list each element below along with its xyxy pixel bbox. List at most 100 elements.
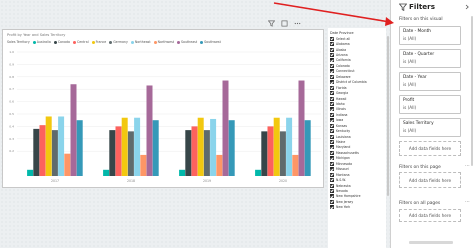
checkbox-checked[interactable] <box>330 118 334 123</box>
checkbox-checked[interactable] <box>330 112 334 117</box>
filter-card[interactable]: Profit is (All) <box>399 95 461 114</box>
bar-northwest[interactable] <box>216 154 223 176</box>
slicer-item-label: Idaho <box>336 101 345 106</box>
checkbox-checked[interactable] <box>330 183 334 188</box>
checkbox-checked[interactable] <box>330 134 334 139</box>
checkbox-checked[interactable] <box>330 150 334 155</box>
bar-germany[interactable] <box>203 130 210 176</box>
more-options-icon[interactable] <box>294 20 301 27</box>
slicer-item-label: Florida <box>336 85 347 90</box>
checkbox-checked[interactable] <box>330 91 334 96</box>
page-add-fields-dropzone[interactable]: Add data fields here <box>399 172 461 188</box>
bar-northeast[interactable] <box>58 116 65 176</box>
checkbox-checked[interactable] <box>330 145 334 150</box>
slicer-item[interactable]: New York <box>330 205 384 210</box>
bar-northwest[interactable] <box>64 153 71 176</box>
bar-canada[interactable] <box>185 130 192 176</box>
checkbox-checked[interactable] <box>330 199 334 204</box>
checkbox-checked[interactable] <box>330 107 334 112</box>
filters-pane-scrollbar[interactable] <box>471 16 473 166</box>
slicer-item-label: Illinois <box>336 107 346 112</box>
checkbox-checked[interactable] <box>330 188 334 193</box>
bar-central[interactable] <box>39 125 46 176</box>
checkbox-checked[interactable] <box>330 178 334 183</box>
filter-funnel-icon <box>399 3 407 11</box>
bar-germany[interactable] <box>127 131 134 176</box>
checkbox-checked[interactable] <box>330 85 334 90</box>
checkbox-checked[interactable] <box>330 156 334 161</box>
slicer-item-label: Maine <box>336 140 346 145</box>
slicer-scrollbar[interactable] <box>387 36 389 196</box>
bar-southeast[interactable] <box>222 80 229 176</box>
bar-southeast[interactable] <box>146 85 153 176</box>
y-tick-label: 0.4 <box>9 124 14 128</box>
checkbox-checked[interactable] <box>330 101 334 106</box>
bar-northeast[interactable] <box>134 117 141 176</box>
x-tick-label: 2017 <box>51 179 59 183</box>
bar-france[interactable] <box>273 117 280 176</box>
bar-southwest[interactable] <box>76 120 83 176</box>
checkbox-checked[interactable] <box>330 47 334 52</box>
bar-northwest[interactable] <box>292 154 299 176</box>
bar-northwest[interactable] <box>140 154 147 176</box>
bar-northeast[interactable] <box>286 117 293 176</box>
filter-card[interactable]: Date - Month is (All) <box>399 26 461 45</box>
ellipsis-icon[interactable]: ⋯ <box>465 163 470 169</box>
y-tick-label: 0.6 <box>9 100 14 104</box>
checkbox-checked[interactable] <box>330 74 334 79</box>
bar-southeast[interactable] <box>298 80 305 176</box>
bar-france[interactable] <box>45 116 52 176</box>
pane-resize-handle[interactable] <box>409 241 453 244</box>
checkbox-checked[interactable] <box>330 172 334 177</box>
checkbox-checked[interactable] <box>330 53 334 58</box>
bar-canada[interactable] <box>261 131 268 176</box>
filters-on-visual-label: Filters on this visual <box>399 17 443 22</box>
chevron-right-icon[interactable] <box>464 4 470 10</box>
checkbox-checked[interactable] <box>330 129 334 134</box>
bar-germany[interactable] <box>51 130 58 176</box>
province-slicer[interactable]: Date Province Select all Alabama Alaska Ari… <box>328 28 389 248</box>
ellipsis-icon[interactable]: ⋯ <box>465 199 470 205</box>
checkbox-checked[interactable] <box>330 161 334 166</box>
checkbox-checked[interactable] <box>330 167 334 172</box>
bar-southeast[interactable] <box>70 84 77 176</box>
slicer-item-label: Hawaii <box>336 96 347 101</box>
bar-canada[interactable] <box>109 130 116 176</box>
filter-card[interactable]: Date - Quarter is (All) <box>399 49 461 68</box>
bar-northeast[interactable] <box>210 118 217 176</box>
checkbox-checked[interactable] <box>330 80 334 85</box>
clustered-column-chart-visual[interactable]: Profit by Year and Sales Territory Sales… <box>2 29 324 188</box>
filter-card[interactable]: Date - Year is (All) <box>399 72 461 91</box>
bar-central[interactable] <box>267 126 274 176</box>
checkbox-checked[interactable] <box>330 96 334 101</box>
checkbox-checked[interactable] <box>330 36 334 41</box>
checkbox-checked[interactable] <box>330 140 334 145</box>
checkbox-checked[interactable] <box>330 194 334 199</box>
bar-southwest[interactable] <box>228 120 235 176</box>
checkbox-checked[interactable] <box>330 205 334 210</box>
bar-canada[interactable] <box>33 128 40 176</box>
focus-mode-icon[interactable] <box>281 20 288 27</box>
y-tick-label: 1.0 <box>9 50 14 54</box>
checkbox-checked[interactable] <box>330 58 334 63</box>
filter-card[interactable]: Sales Territory is (All) <box>399 118 461 137</box>
checkbox-checked[interactable] <box>330 123 334 128</box>
bar-central[interactable] <box>191 126 198 176</box>
bar-france[interactable] <box>197 117 204 176</box>
bar-australia[interactable] <box>27 169 34 176</box>
filter-visual-icon[interactable] <box>268 20 275 27</box>
bar-southwest[interactable] <box>304 120 311 176</box>
bar-germany[interactable] <box>279 131 286 176</box>
checkbox-checked[interactable] <box>330 69 334 74</box>
checkbox-checked[interactable] <box>330 63 334 68</box>
bar-australia[interactable] <box>103 169 110 176</box>
bar-france[interactable] <box>121 117 128 176</box>
all-pages-add-fields-dropzone[interactable]: Add data fields here <box>399 209 461 222</box>
visual-add-fields-dropzone[interactable]: Add data fields here <box>399 141 461 156</box>
bar-australia[interactable] <box>255 169 262 176</box>
bar-australia[interactable] <box>179 169 186 176</box>
filter-card-field-name: Sales Territory <box>403 121 434 126</box>
bar-southwest[interactable] <box>152 120 159 176</box>
checkbox-checked[interactable] <box>330 42 334 47</box>
bar-central[interactable] <box>115 126 122 176</box>
